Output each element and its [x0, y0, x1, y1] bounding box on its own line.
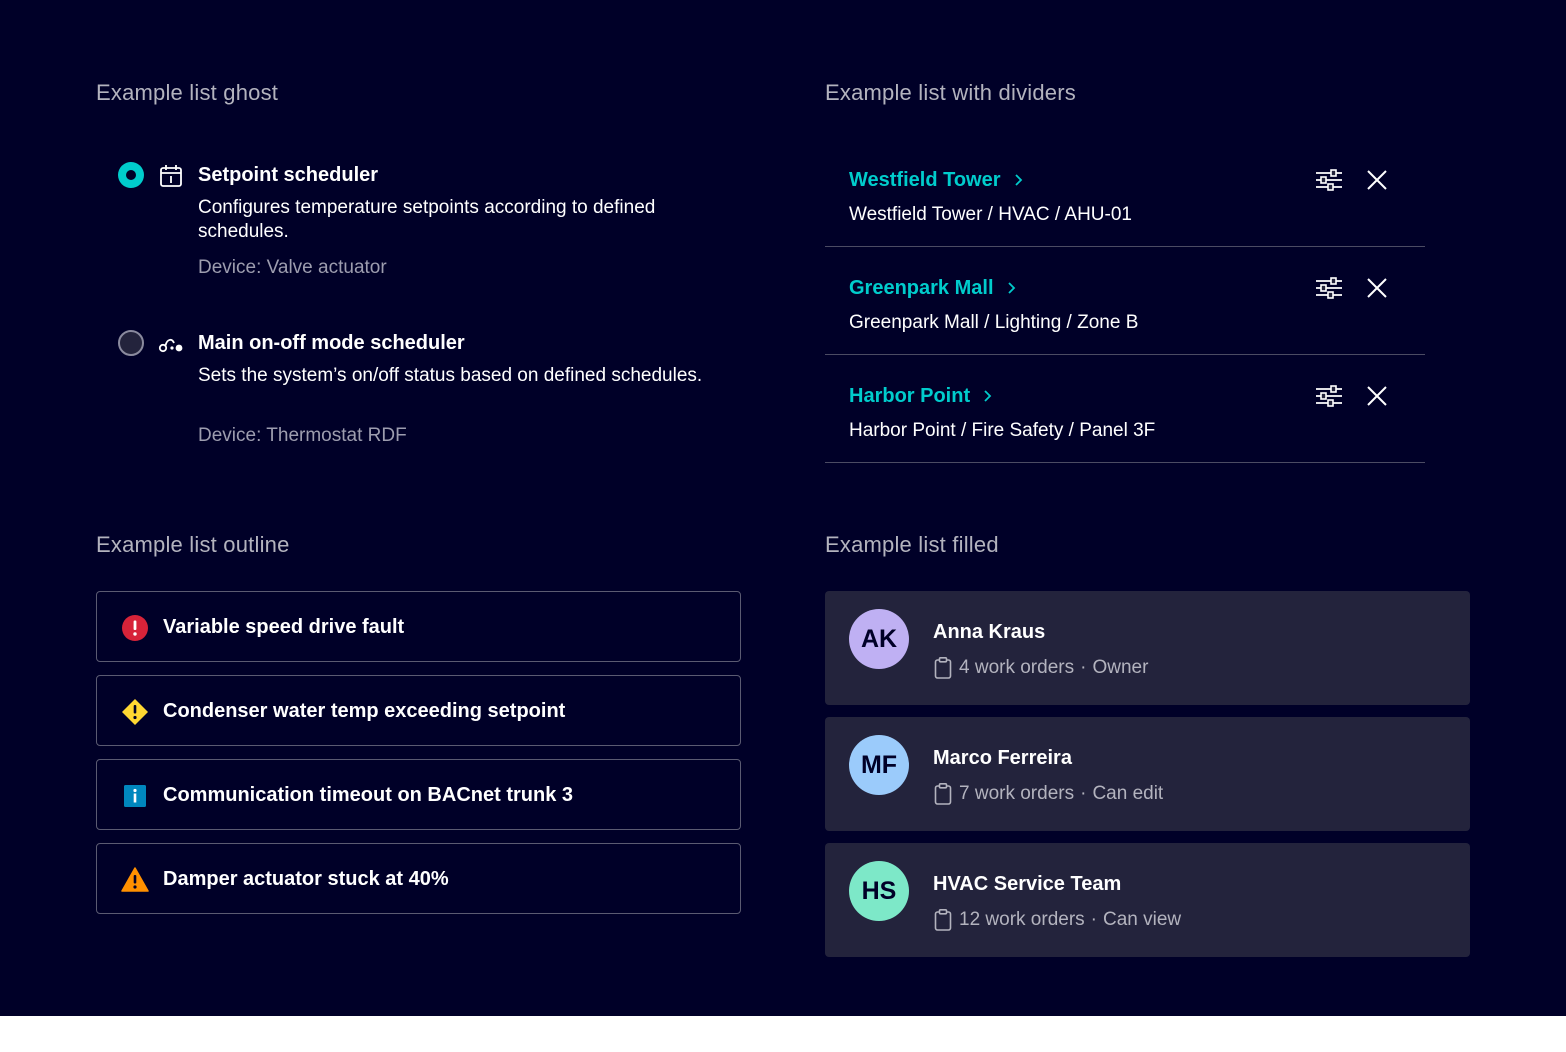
ghost-item-title: Main on-off mode scheduler [198, 332, 465, 354]
divider-list-item-westfield[interactable]: Westfield Tower Westfield Tower / HVAC /… [825, 139, 1425, 247]
divider-item-path: Harbor Point / Fire Safety / Panel 3F [849, 420, 1156, 441]
ghost-list-item-setpoint[interactable]: Setpoint scheduler Configures temperatur… [118, 162, 738, 292]
error-circle-icon [122, 615, 148, 641]
outline-item-label: Condenser water temp exceeding setpoint [163, 700, 566, 722]
chevron-right-icon [1007, 282, 1015, 294]
work-orders-count: 4 work orders [959, 657, 1075, 678]
app-canvas: Example list ghost Setpoint scheduler Co… [0, 0, 1566, 1016]
filled-list-item-marco[interactable]: MF Marco Ferreira 7 work orders · Can ed… [825, 717, 1470, 831]
calendar-icon [160, 165, 182, 187]
filled-item-meta: 4 work orders · Owner [933, 655, 1148, 681]
filled-item-name: Anna Kraus [933, 621, 1046, 643]
meta-separator: · [1090, 909, 1097, 930]
ghost-list-item-onoff[interactable]: Main on-off mode scheduler Sets the syst… [118, 330, 738, 460]
avatar: HS [849, 861, 909, 921]
avatar: MF [849, 735, 909, 795]
role-label: Owner [1092, 657, 1149, 678]
filled-item-name: HVAC Service Team [933, 873, 1122, 895]
close-icon[interactable] [1362, 165, 1392, 195]
divider-item-title: Harbor Point [849, 385, 971, 407]
ghost-item-meta: Device: Thermostat RDF [198, 425, 407, 446]
meta-separator: · [1080, 657, 1087, 678]
chevron-right-icon [984, 390, 992, 402]
ghost-item-description: Sets the system’s on/off status based on… [198, 365, 703, 386]
clipboard-icon [934, 908, 952, 931]
divider-item-path: Westfield Tower / HVAC / AHU-01 [849, 204, 1132, 225]
settings-sliders-icon[interactable] [1314, 273, 1344, 303]
section-title-outline: Example list outline [96, 532, 290, 557]
workflow-icon [158, 338, 183, 353]
settings-sliders-icon[interactable] [1314, 165, 1344, 195]
outline-list-item-caution[interactable]: Condenser water temp exceeding setpoint [96, 675, 741, 746]
radio-unselected[interactable] [118, 330, 144, 356]
ghost-item-meta: Device: Valve actuator [198, 257, 387, 278]
outline-item-label: Communication timeout on BACnet trunk 3 [163, 784, 573, 806]
filled-item-meta: 12 work orders · Can view [933, 907, 1181, 933]
caution-diamond-icon [122, 699, 148, 725]
divider-item-title: Greenpark Mall [849, 277, 994, 299]
ghost-item-description: Configures temperature setpoints accordi… [198, 197, 656, 242]
close-icon[interactable] [1362, 273, 1392, 303]
divider-item-title: Westfield Tower [849, 169, 1001, 191]
work-orders-count: 7 work orders [959, 783, 1075, 804]
role-label: Can edit [1092, 783, 1164, 804]
filled-list-item-anna[interactable]: AK Anna Kraus 4 work orders · Owner [825, 591, 1470, 705]
outline-list-item-error[interactable]: Variable speed drive fault [96, 591, 741, 662]
outline-list-item-info[interactable]: Communication timeout on BACnet trunk 3 [96, 759, 741, 830]
role-label: Can view [1103, 909, 1182, 930]
outline-list-item-warning[interactable]: Damper actuator stuck at 40% [96, 843, 741, 914]
close-icon[interactable] [1362, 381, 1392, 411]
clipboard-icon [934, 656, 952, 679]
filled-list-item-hvac[interactable]: HS HVAC Service Team 12 work orders · Ca… [825, 843, 1470, 957]
divider-item-title-link[interactable]: Greenpark Mall [849, 275, 1018, 301]
meta-separator: · [1080, 783, 1087, 804]
divider-list-item-greenpark[interactable]: Greenpark Mall Greenpark Mall / Lighting… [825, 247, 1425, 355]
divider-item-title-link[interactable]: Harbor Point [849, 383, 994, 409]
filled-item-meta: 7 work orders · Can edit [933, 781, 1163, 807]
section-title-ghost: Example list ghost [96, 80, 279, 105]
divider-list-item-harbor[interactable]: Harbor Point Harbor Point / Fire Safety … [825, 355, 1425, 463]
divider-item-title-link[interactable]: Westfield Tower [849, 167, 1025, 193]
divider-item-path: Greenpark Mall / Lighting / Zone B [849, 312, 1139, 333]
outline-item-label: Damper actuator stuck at 40% [163, 868, 449, 890]
radio-selected[interactable] [118, 162, 144, 188]
info-square-icon [124, 785, 146, 807]
section-title-dividers: Example list with dividers [825, 80, 1076, 105]
section-title-filled: Example list filled [825, 532, 999, 557]
chevron-right-icon [1014, 174, 1022, 186]
settings-sliders-icon[interactable] [1314, 381, 1344, 411]
work-orders-count: 12 work orders [959, 909, 1085, 930]
avatar: AK [849, 609, 909, 669]
clipboard-icon [934, 782, 952, 805]
ghost-item-title: Setpoint scheduler [198, 164, 379, 186]
filled-item-name: Marco Ferreira [933, 747, 1072, 769]
warning-triangle-icon [121, 867, 149, 892]
outline-item-label: Variable speed drive fault [163, 616, 405, 638]
